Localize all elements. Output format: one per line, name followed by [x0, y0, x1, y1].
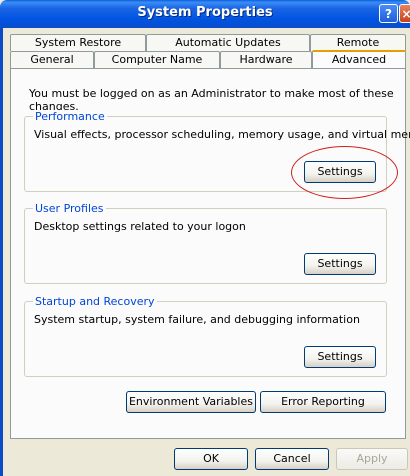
advanced-tab-panel: You must be logged on as an Administrato… [10, 68, 410, 439]
user-profiles-description: Desktop settings related to your logon [34, 220, 246, 233]
tab-general[interactable]: General [10, 51, 94, 68]
ok-button[interactable]: OK [174, 448, 248, 470]
system-properties-window: System Properties ? × System Restore Aut… [0, 0, 410, 476]
window-frame [0, 28, 3, 476]
startup-recovery-group: Startup and Recovery System startup, sys… [24, 295, 387, 377]
performance-description: Visual effects, processor scheduling, me… [34, 128, 410, 141]
tab-hardware[interactable]: Hardware [220, 51, 312, 68]
tab-computer-name[interactable]: Computer Name [94, 51, 220, 68]
startup-recovery-description: System startup, system failure, and debu… [34, 313, 360, 326]
tab-system-restore[interactable]: System Restore [10, 34, 146, 51]
startup-recovery-legend: Startup and Recovery [33, 295, 157, 308]
environment-variables-button[interactable]: Environment Variables [126, 391, 256, 413]
user-profiles-legend: User Profiles [33, 202, 106, 215]
user-profiles-group: User Profiles Desktop settings related t… [24, 202, 387, 284]
startup-recovery-settings-button[interactable]: Settings [304, 346, 376, 368]
cancel-button[interactable]: Cancel [255, 448, 329, 470]
highlight-ellipse [291, 146, 398, 199]
apply-button[interactable]: Apply [336, 448, 408, 470]
close-icon: × [401, 7, 410, 21]
close-button[interactable]: × [399, 4, 410, 23]
window-title: System Properties [137, 5, 273, 20]
tab-automatic-updates[interactable]: Automatic Updates [146, 34, 310, 51]
title-bar[interactable]: System Properties ? × [0, 0, 410, 28]
user-profiles-settings-button[interactable]: Settings [304, 253, 376, 275]
tab-remote[interactable]: Remote [310, 34, 406, 51]
tab-advanced[interactable]: Advanced [312, 50, 406, 68]
help-button[interactable]: ? [379, 4, 398, 23]
performance-legend: Performance [33, 110, 107, 123]
error-reporting-button[interactable]: Error Reporting [260, 391, 386, 413]
